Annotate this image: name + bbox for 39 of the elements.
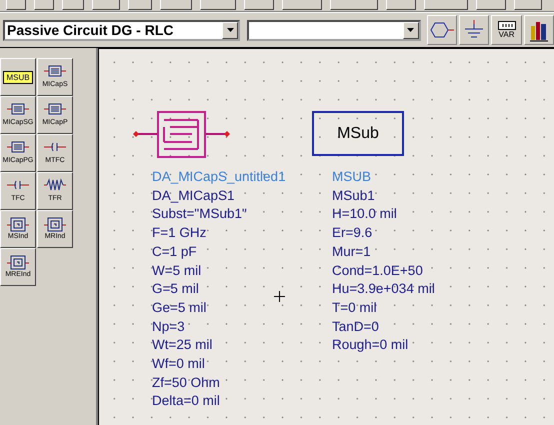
parameter-label: G=5 mil	[152, 280, 199, 298]
parameter-label: Zf=50 Ohm	[152, 374, 220, 392]
schematic-canvas[interactable]	[98, 48, 554, 425]
parameter-label: C=1 pF	[152, 242, 197, 261]
inductor-symbol-icon	[43, 216, 67, 232]
instance-name-label: DA_MICapS1	[152, 186, 235, 205]
caret-icon	[407, 28, 414, 32]
parameter-label: Ge=5 mil	[152, 298, 206, 317]
meter-icon	[498, 21, 516, 30]
parameter-label: Hu=3.9e+034 mil	[332, 280, 435, 298]
parameter-label: W=5 mil	[152, 262, 202, 280]
ground-icon[interactable]	[464, 20, 484, 40]
parameter-label: Wt=25 mil	[152, 336, 212, 354]
parameter-label: Wf=0 mil	[152, 355, 205, 374]
capacitor-symbol-drawing[interactable]	[132, 111, 232, 161]
palette-item[interactable]: MSUB	[0, 58, 36, 96]
crosshair-cursor-icon	[274, 291, 285, 302]
parameter-label: Rough=0 mil	[332, 336, 408, 354]
parameter-label: Delta=0 mil	[152, 392, 220, 410]
parameter-label: Np=3	[152, 318, 185, 336]
parameter-label: TanD=0	[332, 318, 379, 336]
parameter-label: Mur=1	[332, 242, 371, 261]
inductor-symbol-icon	[6, 216, 30, 232]
parameter-label: T=0 mil	[332, 298, 377, 317]
parameter-label: F=1 GHz	[152, 224, 206, 242]
instance-name-label: MSub1	[332, 186, 375, 205]
port-icon[interactable]	[428, 21, 455, 39]
caret-icon	[226, 28, 234, 32]
var-button[interactable]: VAR	[491, 15, 522, 45]
component-type-label: DA_MICapS_untitled1	[152, 168, 286, 186]
substrate-symbol[interactable]: MSub	[312, 111, 404, 156]
inductor-symbol-icon	[6, 254, 30, 270]
parameter-label: Cond=1.0E+50	[332, 262, 423, 280]
component-type-label: MSUB	[332, 168, 372, 186]
component-dropdown[interactable]	[247, 20, 421, 40]
parameter-label: H=10.0 mil	[332, 205, 397, 224]
parameter-label: Subst="MSub1"	[152, 205, 247, 224]
library-dropdown[interactable]: Passive Circuit DG - RLC	[3, 20, 240, 40]
parameter-label: Er=9.6	[332, 224, 372, 242]
